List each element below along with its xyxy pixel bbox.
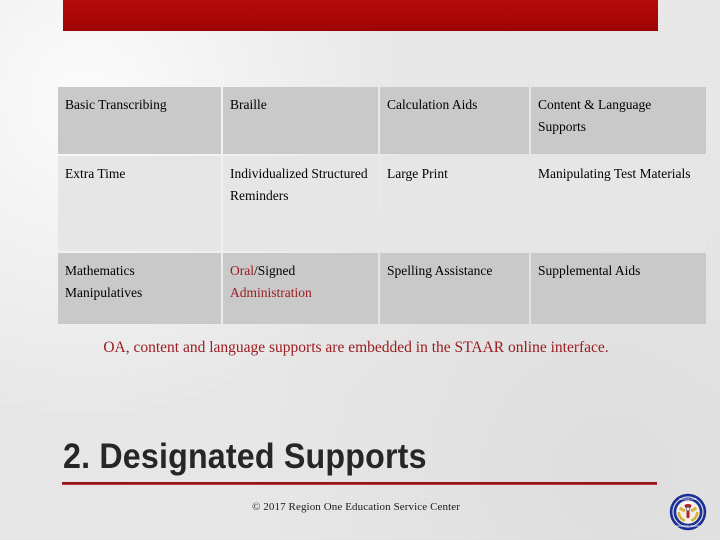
- table-cell: Individualized Structured Reminders: [223, 156, 378, 251]
- table-cell-mixed: Oral/Signed Administration: [223, 253, 378, 324]
- table-row: Extra Time Individualized Structured Rem…: [58, 156, 706, 251]
- heading-divider: [62, 482, 657, 485]
- table-cell: Mathematics Manipulatives: [58, 253, 221, 324]
- slide-canvas: Basic Transcribing Braille Calculation A…: [0, 0, 720, 540]
- table-cell: Manipulating Test Materials: [531, 156, 706, 251]
- table-cell: Extra Time: [58, 156, 221, 251]
- page-title: 2. Designated Supports: [63, 437, 427, 476]
- copyright-footer: © 2017 Region One Education Service Cent…: [251, 501, 461, 513]
- table-cell-part-signed: /Signed: [254, 263, 296, 278]
- table-cell: Calculation Aids: [380, 87, 529, 154]
- region-one-seal-logo: REGION ONE EDUCATION SERVICE: [669, 493, 707, 531]
- table-cell: Large Print: [380, 156, 529, 251]
- table-cell: Basic Transcribing: [58, 87, 221, 154]
- table-row: Basic Transcribing Braille Calculation A…: [58, 87, 706, 154]
- table-cell-part-oral: Oral: [230, 263, 254, 278]
- supports-table: Basic Transcribing Braille Calculation A…: [56, 85, 708, 326]
- table-cell-accent: Content & Language Supports: [531, 87, 706, 154]
- table-cell: Braille: [223, 87, 378, 154]
- top-accent-bar: [63, 0, 658, 31]
- caption-text: OA, content and language supports are em…: [103, 339, 609, 356]
- table-cell: Spelling Assistance: [380, 253, 529, 324]
- table-cell-part-administration: Administration: [230, 284, 312, 300]
- table-row: Mathematics Manipulatives Oral/Signed Adm…: [58, 253, 706, 324]
- table-cell: Supplemental Aids: [531, 253, 706, 324]
